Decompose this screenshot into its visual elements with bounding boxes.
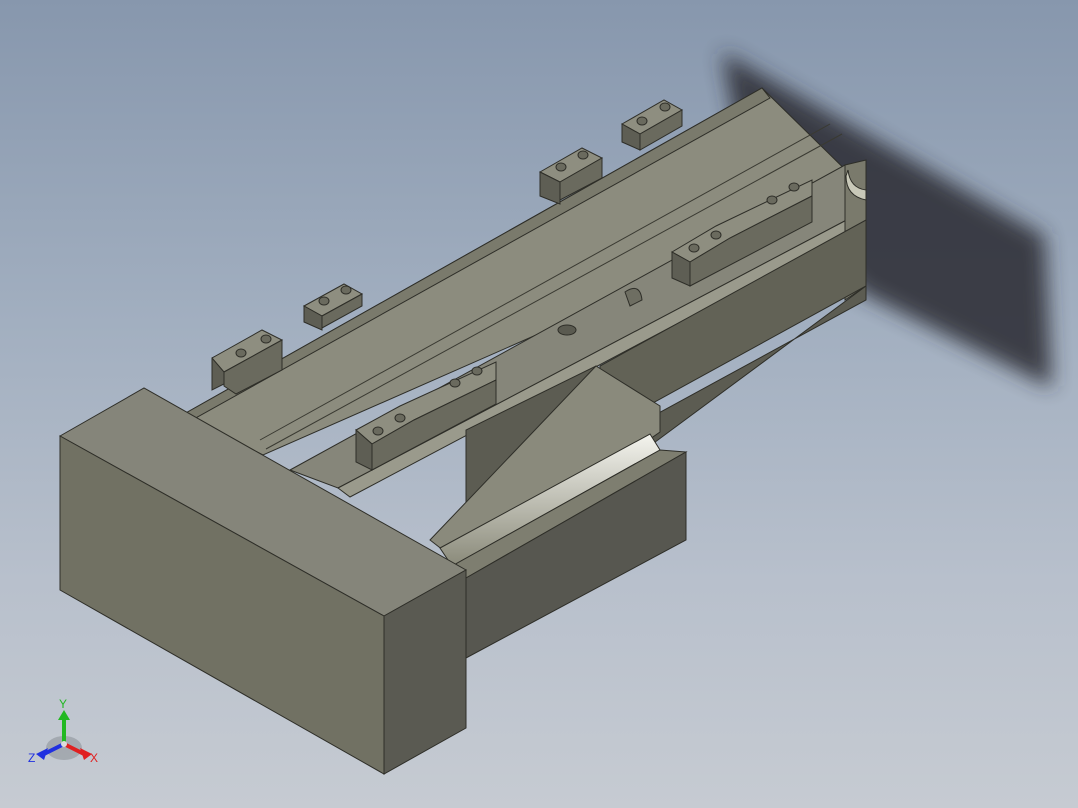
model-scene[interactable] [0, 0, 1078, 808]
bolt-hole [688, 243, 700, 253]
bolt-hole [235, 348, 247, 358]
bolt-hole [394, 413, 406, 423]
bolt-hole [340, 285, 352, 295]
bolt-hole [471, 366, 483, 376]
bolt-hole [766, 195, 778, 205]
bolt-hole [710, 230, 722, 240]
cad-viewport[interactable]: Y X Z [0, 0, 1078, 808]
view-triad[interactable]: Y X Z [22, 692, 112, 772]
bolt-hole [659, 102, 671, 112]
triad-z-label: Z [28, 751, 35, 765]
bolt-hole [577, 150, 589, 160]
triad-origin [61, 741, 67, 747]
triad-y-label: Y [59, 697, 67, 711]
bolt-hole [788, 182, 800, 192]
bolt-hole [449, 378, 461, 388]
bolt-hole [372, 426, 384, 436]
triad-y-arrow-icon [58, 710, 70, 720]
bolt-hole [636, 116, 648, 126]
bolt-hole [260, 334, 272, 344]
channel-hole [557, 324, 577, 336]
triad-x-label: X [90, 751, 98, 765]
bolt-hole [318, 296, 330, 306]
bolt-hole [555, 162, 567, 172]
